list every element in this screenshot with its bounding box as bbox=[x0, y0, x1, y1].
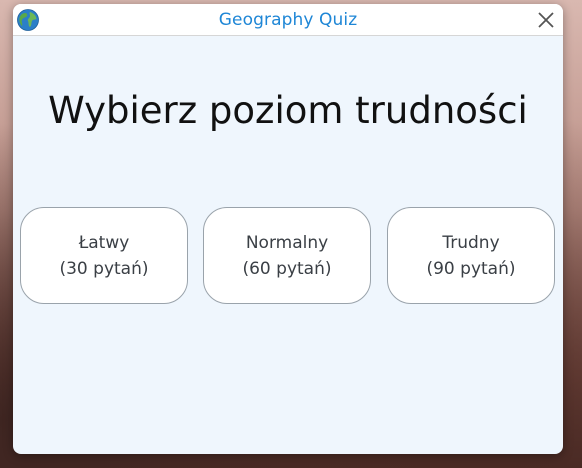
normal-level-button[interactable]: Normalny (60 pytań) bbox=[203, 207, 371, 304]
level-label: Trudny bbox=[442, 232, 500, 253]
hard-level-button[interactable]: Trudny (90 pytań) bbox=[387, 207, 555, 304]
level-label: Łatwy bbox=[78, 232, 130, 253]
easy-level-button[interactable]: Łatwy (30 pytań) bbox=[20, 207, 188, 304]
level-question-count: (90 pytań) bbox=[426, 258, 516, 279]
difficulty-heading: Wybierz poziom trudności bbox=[48, 89, 528, 132]
globe-icon bbox=[17, 9, 39, 31]
close-button[interactable] bbox=[533, 7, 559, 33]
level-label: Normalny bbox=[245, 232, 329, 253]
level-question-count: (60 pytań) bbox=[242, 258, 332, 279]
window-title: Geography Quiz bbox=[218, 9, 358, 30]
difficulty-options: Łatwy (30 pytań) Normalny (60 pytań) Tru… bbox=[20, 207, 557, 306]
title-bar: Geography Quiz bbox=[13, 4, 563, 36]
level-question-count: (30 pytań) bbox=[59, 258, 149, 279]
close-icon bbox=[538, 12, 554, 28]
quiz-window: Geography Quiz Wybierz poziom trudności … bbox=[13, 4, 563, 454]
